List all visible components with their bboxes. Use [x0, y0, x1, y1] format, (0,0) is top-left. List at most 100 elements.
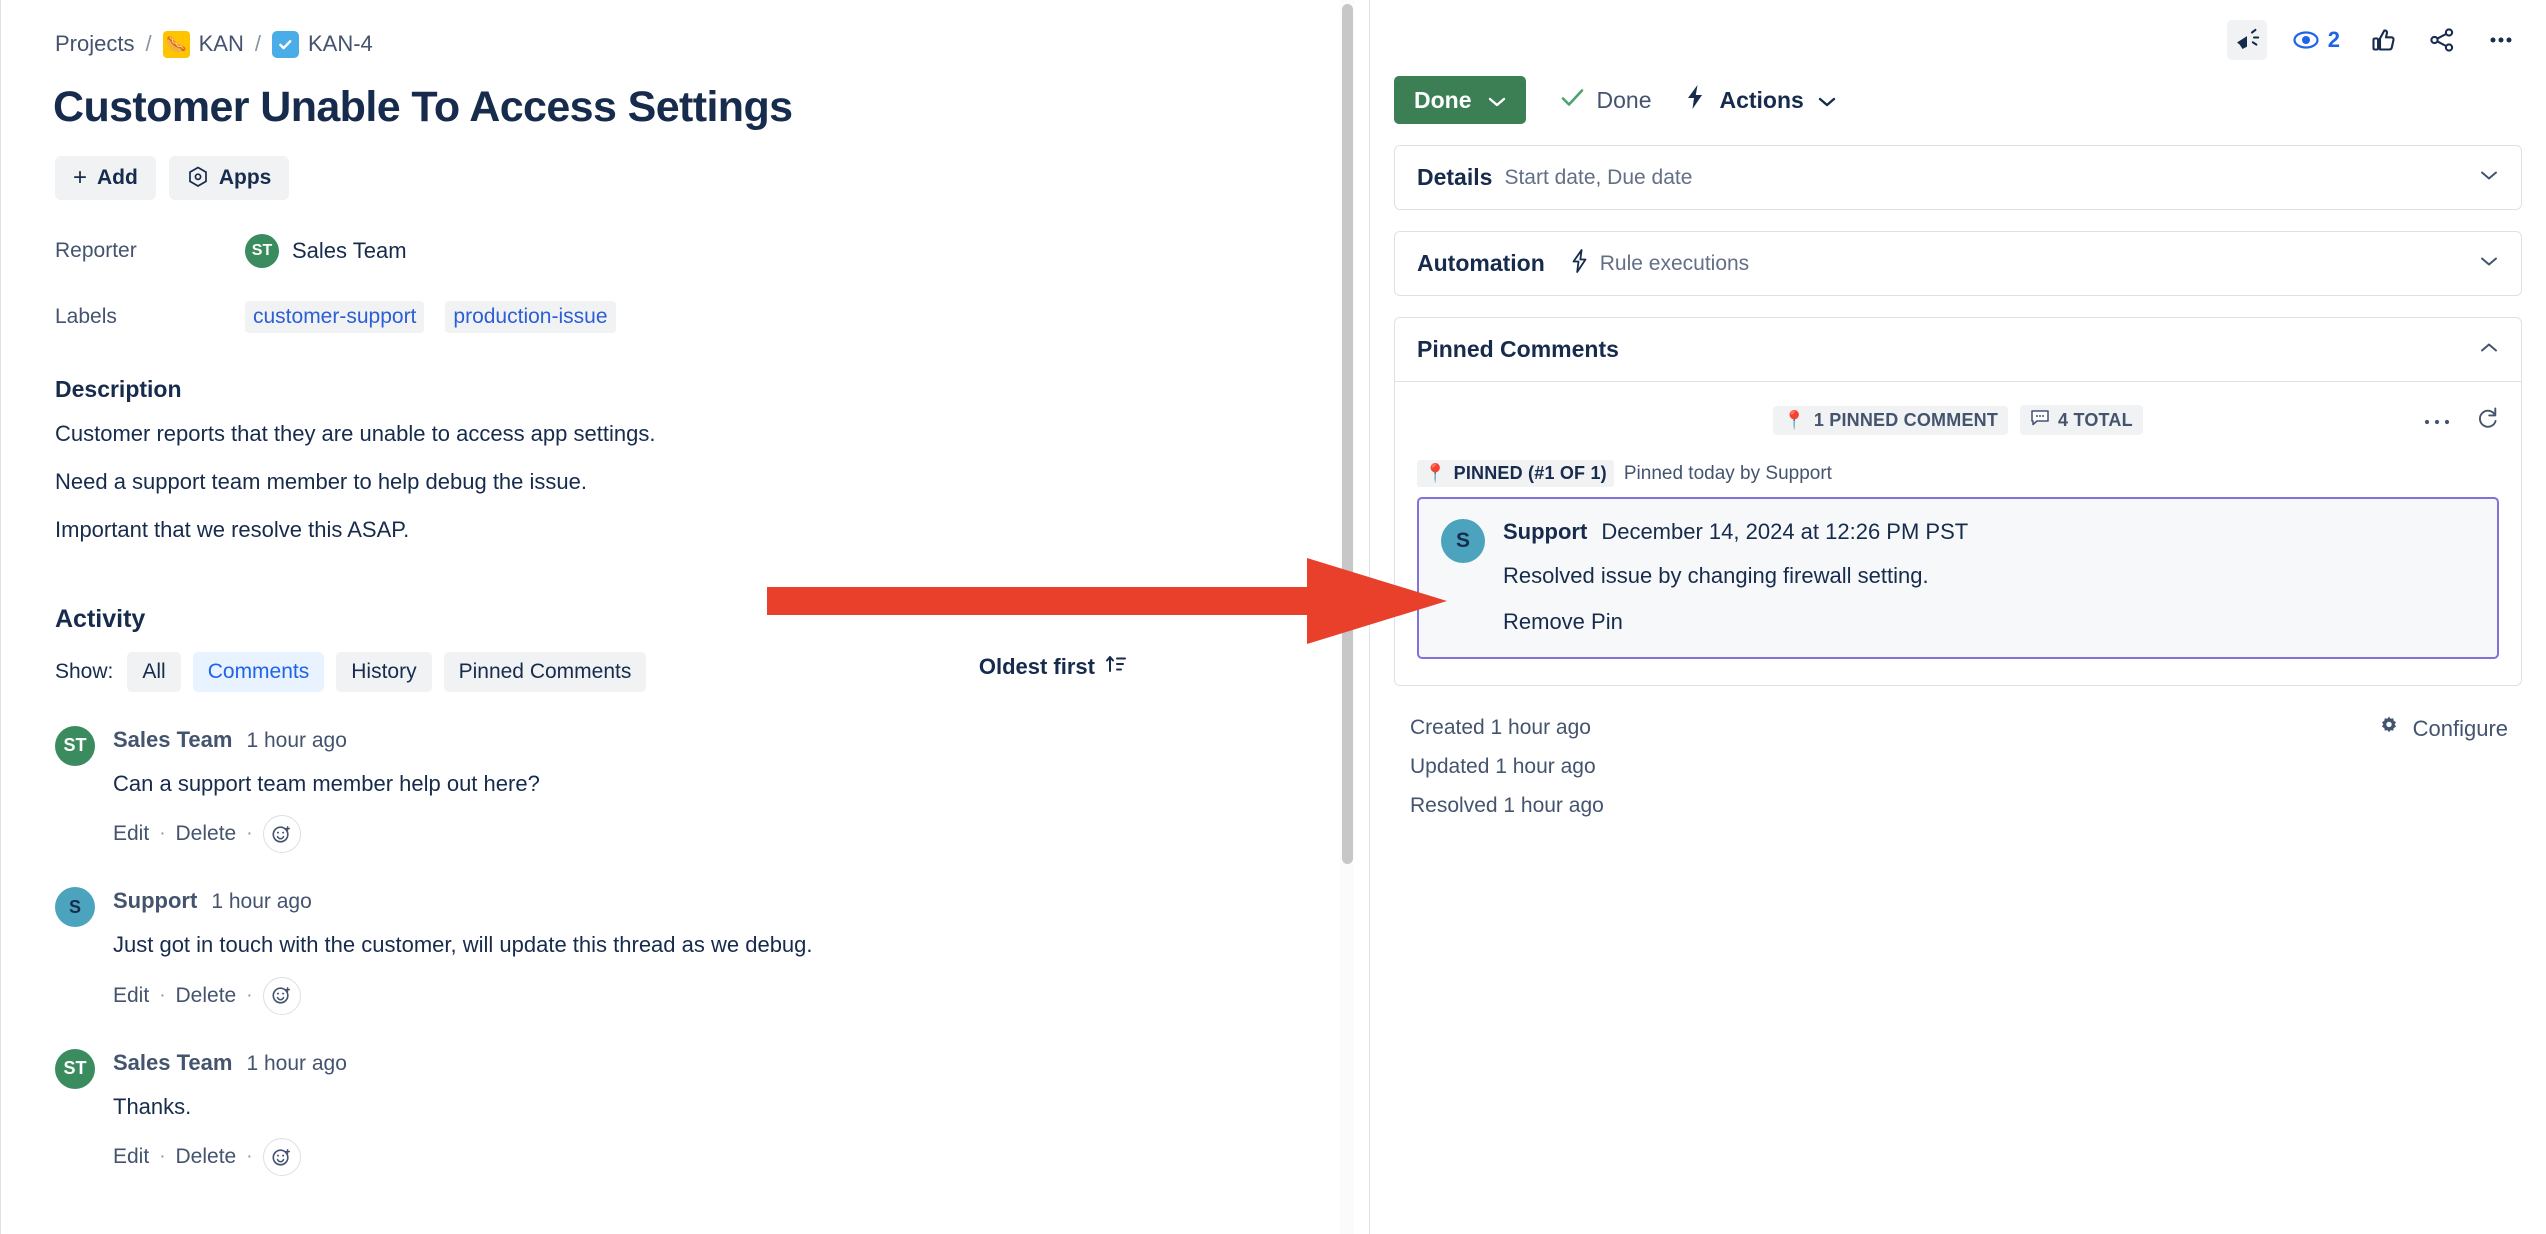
pinned-comments-panel-header[interactable]: Pinned Comments — [1395, 318, 2521, 381]
scrollbar-thumb[interactable] — [1342, 4, 1353, 864]
pinned-index-label: PINNED (#1 OF 1) — [1453, 463, 1607, 483]
created-timestamp: Created 1 hour ago — [1410, 716, 1591, 739]
pinned-comment-timestamp: December 14, 2024 at 12:26 PM PST — [1601, 519, 1969, 544]
pinned-comment-meta: Support December 14, 2024 at 12:26 PM PS… — [1503, 519, 1968, 545]
activity-filter-row: Show: All Comments History Pinned Commen… — [55, 651, 1370, 692]
hotdog-emoji-icon: 🌭 — [162, 30, 190, 58]
pinned-comments-panel-title: Pinned Comments — [1417, 336, 1619, 362]
comment-text: Just got in touch with the customer, wil… — [113, 932, 813, 958]
thumbs-up-icon[interactable] — [2364, 20, 2404, 60]
chevron-down-icon — [1488, 87, 1506, 114]
automation-panel-subtitle: Rule executions — [1599, 251, 1750, 275]
pinned-flag-row: 📍 PINNED (#1 OF 1) Pinned today by Suppo… — [1417, 460, 2499, 487]
tab-history[interactable]: History — [336, 651, 432, 692]
comment-bubble-icon — [2030, 409, 2050, 431]
comment-author: Support — [113, 888, 198, 914]
comment-body: Support 1 hour ago Just got in touch wit… — [113, 887, 813, 1015]
add-reaction-icon[interactable] — [262, 1138, 301, 1177]
details-panel-subtitle: Start date, Due date — [1504, 165, 1693, 189]
details-panel-header[interactable]: Details Start date, Due date — [1395, 146, 2521, 209]
comment-timestamp: 1 hour ago — [246, 1051, 347, 1075]
status-indicator[interactable]: Done — [1560, 87, 1651, 114]
comment-delete-button[interactable]: Delete — [176, 1145, 237, 1169]
refresh-icon[interactable] — [2477, 406, 2499, 435]
status-dropdown-label: Done — [1414, 86, 1472, 113]
comment-timestamp: 1 hour ago — [246, 728, 347, 752]
breadcrumb-project-link[interactable]: KAN — [199, 31, 244, 57]
reporter-value[interactable]: ST Sales Team — [245, 234, 407, 269]
pin-emoji-icon: 📍 — [1424, 463, 1447, 483]
action-separator: · — [246, 984, 253, 1006]
breadcrumb-issue-link[interactable]: KAN-4 — [308, 31, 373, 57]
comment-meta: Sales Team 1 hour ago — [113, 1050, 347, 1076]
automation-panel-header[interactable]: Automation Rule executions — [1395, 232, 2521, 295]
pinned-count-badge: 📍 1 PINNED COMMENT — [1773, 405, 2009, 435]
reporter-field-row: Reporter ST Sales Team — [55, 234, 1370, 269]
lightning-bolt-icon — [1685, 84, 1705, 116]
issue-sidebar-pane: 2 Done Done Actions Details Start date, … — [1370, 0, 2546, 1234]
chevron-down-icon — [1818, 87, 1836, 114]
watch-eye-icon[interactable]: 2 — [2285, 21, 2346, 59]
activity-heading: Activity — [55, 604, 146, 633]
resolved-timestamp: Resolved 1 hour ago — [1410, 794, 1604, 817]
label-chip[interactable]: customer-support — [245, 301, 425, 334]
description-paragraph: Need a support team member to help debug… — [55, 469, 587, 495]
tab-all[interactable]: All — [127, 651, 181, 692]
more-options-icon[interactable] — [2480, 20, 2522, 60]
hexagon-apps-icon — [187, 166, 209, 190]
chevron-up-icon[interactable] — [2479, 341, 2499, 359]
action-separator: · — [159, 984, 166, 1006]
pinned-tools — [2423, 406, 2499, 435]
label-chip[interactable]: production-issue — [445, 301, 616, 334]
jira-issue-view: Projects / 🌭 KAN / KAN-4 Customer Unable… — [0, 0, 2546, 1234]
apps-button[interactable]: Apps — [168, 156, 290, 201]
share-icon[interactable] — [2422, 20, 2462, 60]
remove-pin-button[interactable]: Remove Pin — [1503, 609, 1623, 635]
pinned-comments-panel: Pinned Comments 📍 1 PINNED COMMENT 4 TOT… — [1394, 317, 2522, 686]
status-dropdown-button[interactable]: Done — [1394, 76, 1526, 124]
feedback-megaphone-icon[interactable] — [2226, 20, 2267, 60]
sort-ascending-icon — [1105, 653, 1127, 681]
details-panel-title: Details — [1417, 164, 1493, 190]
reporter-label: Reporter — [55, 239, 137, 263]
breadcrumb-separator-1: / — [145, 31, 152, 56]
action-separator: · — [246, 823, 253, 845]
total-count-label: 4 TOTAL — [2058, 409, 2133, 430]
pinned-comments-body: 📍 1 PINNED COMMENT 4 TOTAL 📍 PINNED (#1 … — [1395, 381, 2521, 685]
breadcrumb-projects-link[interactable]: Projects — [55, 31, 134, 57]
comment-timestamp: 1 hour ago — [211, 890, 312, 914]
comment-edit-button[interactable]: Edit — [113, 822, 149, 846]
add-reaction-icon[interactable] — [262, 976, 301, 1015]
configure-label: Configure — [2412, 716, 2508, 741]
pinned-comment-text: Resolved issue by changing firewall sett… — [1503, 563, 1929, 588]
chevron-down-icon[interactable] — [2479, 169, 2499, 187]
tab-comments[interactable]: Comments — [192, 651, 325, 692]
actions-button-label: Actions — [1719, 86, 1804, 113]
sort-order-button[interactable]: Oldest first — [979, 653, 1127, 681]
comment-meta: Support 1 hour ago — [113, 888, 813, 914]
left-border — [0, 0, 1, 1234]
automation-panel-title: Automation — [1417, 250, 1545, 276]
updated-timestamp: Updated 1 hour ago — [1410, 755, 1596, 778]
pinned-comment-body: Support December 14, 2024 at 12:26 PM PS… — [1503, 519, 1968, 635]
comment-delete-button[interactable]: Delete — [176, 822, 237, 846]
actions-button[interactable]: Actions — [1685, 84, 1836, 116]
add-button-label: Add — [97, 166, 138, 190]
description-heading: Description — [55, 376, 182, 403]
chevron-down-icon[interactable] — [2479, 255, 2499, 273]
comment-edit-button[interactable]: Edit — [113, 984, 149, 1008]
comment-edit-button[interactable]: Edit — [113, 1145, 149, 1169]
comment-actions: Edit · Delete · — [113, 815, 540, 854]
comment-delete-button[interactable]: Delete — [176, 984, 237, 1008]
more-options-icon[interactable] — [2423, 408, 2451, 432]
comment-body: Sales Team 1 hour ago Can a support team… — [113, 726, 540, 854]
comment-body: Sales Team 1 hour ago Thanks. Edit · Del… — [113, 1049, 347, 1177]
configure-button[interactable]: Configure — [2377, 714, 2508, 744]
tab-pinned-comments[interactable]: Pinned Comments — [443, 651, 647, 692]
comment-item: ST Sales Team 1 hour ago Can a support t… — [55, 725, 1370, 854]
details-panel: Details Start date, Due date — [1394, 145, 2522, 210]
labels-label: Labels — [55, 305, 117, 329]
reporter-name: Sales Team — [292, 238, 407, 264]
add-button[interactable]: + Add — [55, 156, 156, 201]
add-reaction-icon[interactable] — [262, 815, 301, 854]
